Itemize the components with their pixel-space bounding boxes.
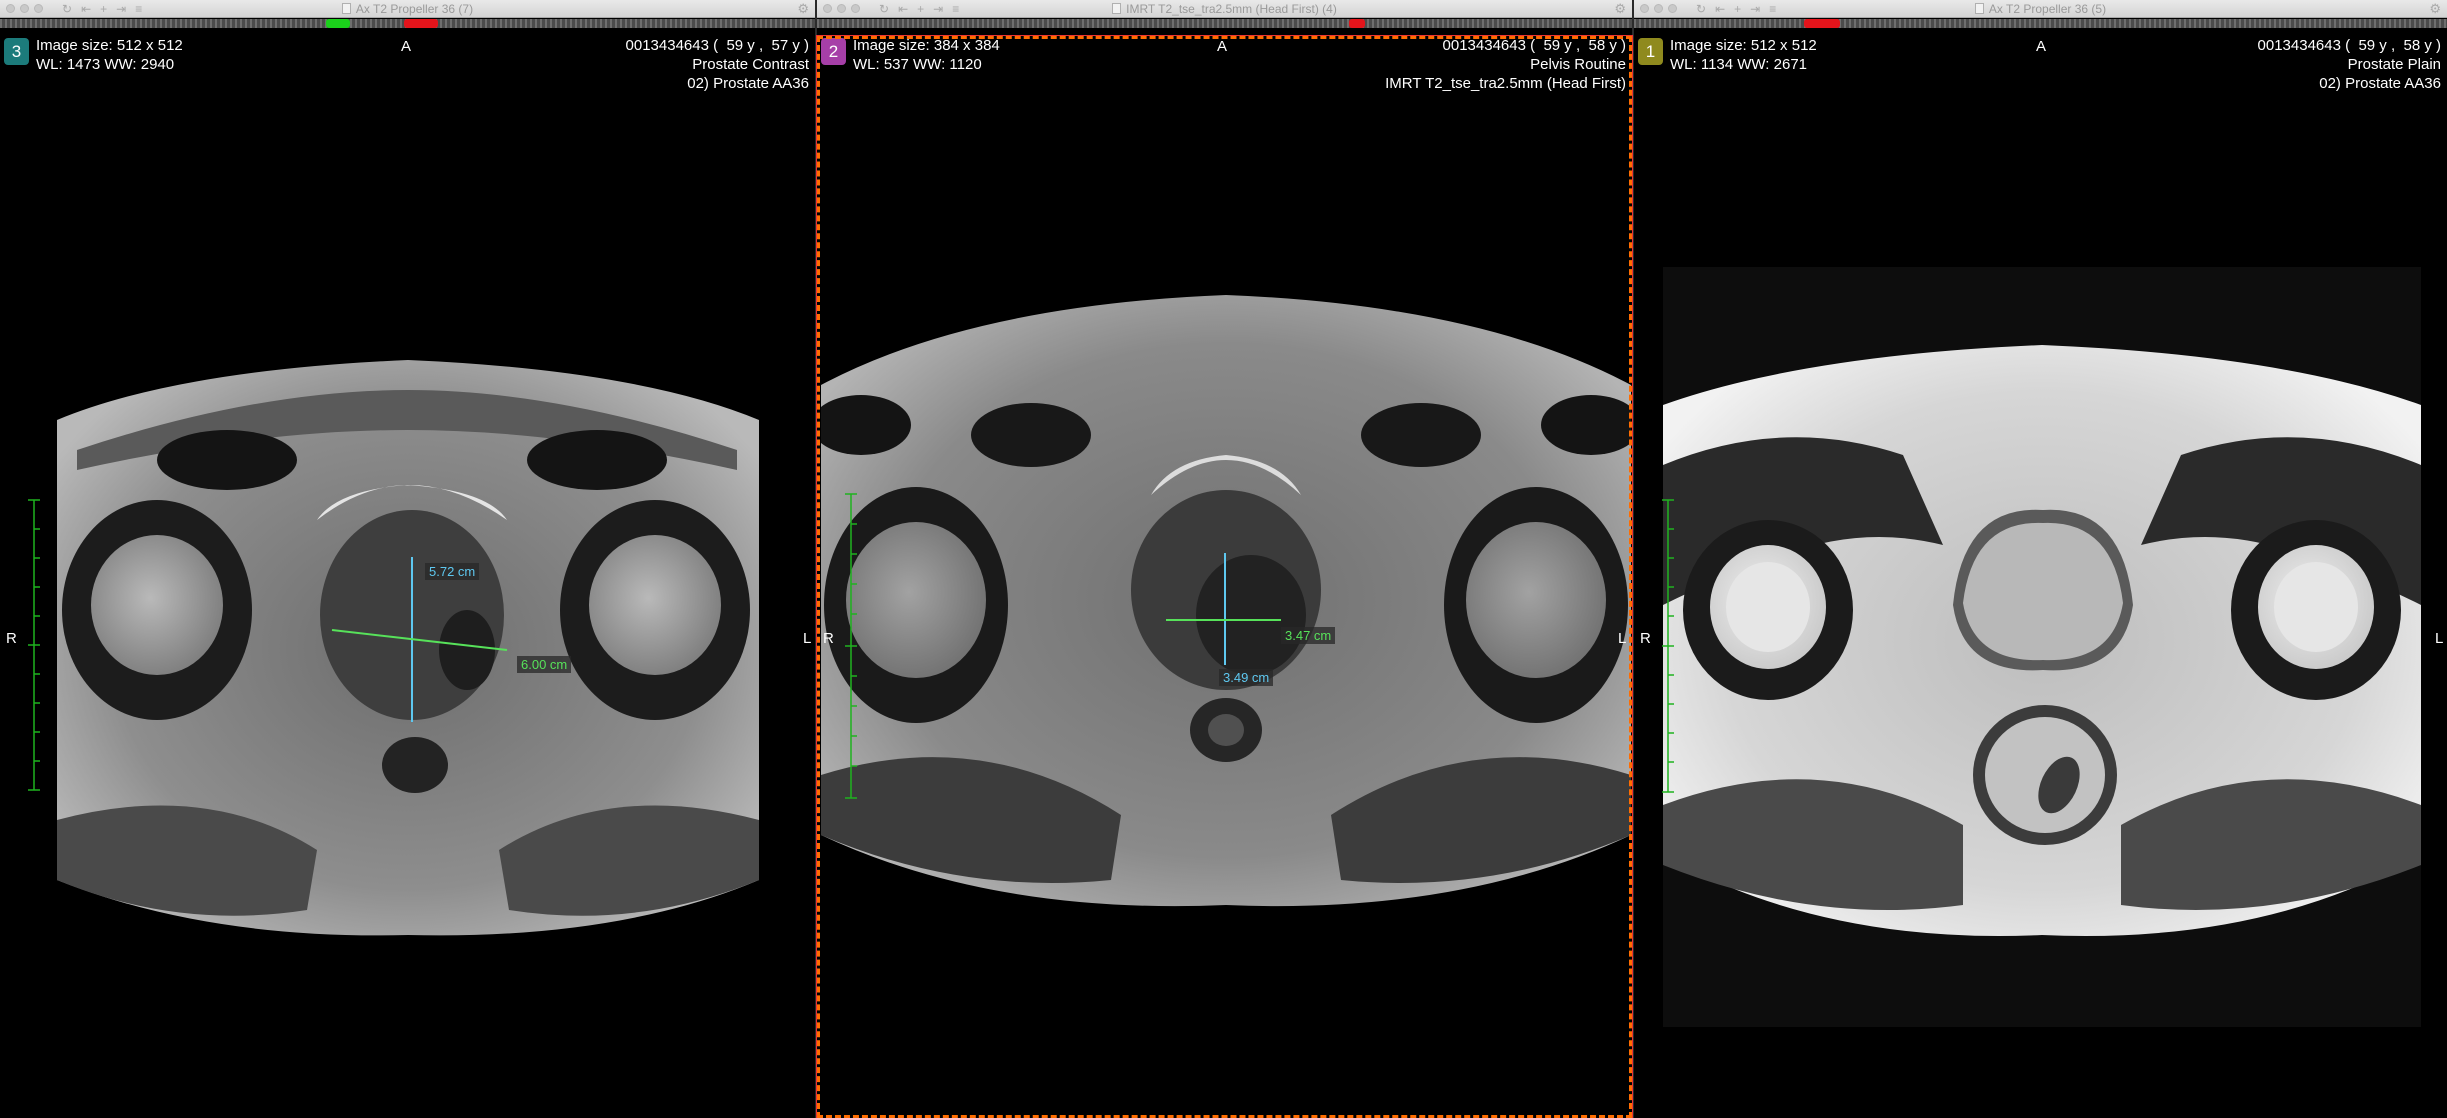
measurement-label-2[interactable]: 3.49 cm — [1219, 669, 1274, 686]
series-description: IMRT T2_tse_tra2.5mm (Head First) — [1385, 75, 1626, 92]
scroll-marker-green — [326, 19, 350, 28]
slice-scrollbar[interactable] — [0, 19, 815, 28]
viewer-3[interactable]: ↻ ⇤ + ⇥ ≡ Ax T2 Propeller 36 (5) ⚙ 1 Ima… — [1634, 0, 2447, 1118]
study-description: Prostate Contrast — [692, 56, 809, 73]
measurement-label-2[interactable]: 6.00 cm — [517, 656, 572, 673]
orientation-right: R — [6, 630, 17, 647]
patient-info: 0013434643 ( 59 y , 58 y ) Pelvis Routin… — [1385, 36, 1626, 93]
window-level: WL: 1473 WW: 2940 — [36, 56, 175, 73]
image-size: Image size: 384 x 384 — [853, 37, 1000, 54]
gear-icon[interactable]: ⚙ — [1614, 0, 1626, 18]
scale-ruler — [845, 493, 857, 799]
orientation-left: L — [1618, 630, 1627, 647]
window-title: Ax T2 Propeller 36 (5) — [1634, 0, 2447, 18]
scroll-marker-red[interactable] — [1804, 19, 1840, 28]
viewer-1-titlebar[interactable]: ↻ ⇤ + ⇥ ≡ Ax T2 Propeller 36 (7) ⚙ — [0, 0, 815, 18]
slice-scrollbar[interactable] — [817, 19, 1632, 28]
orientation-left: L — [2435, 630, 2444, 647]
image-size: Image size: 512 x 512 — [1670, 37, 1817, 54]
window-title: IMRT T2_tse_tra2.5mm (Head First) (4) — [817, 0, 1632, 18]
series-number-badge: 2 — [821, 38, 846, 65]
window-title: Ax T2 Propeller 36 (7) — [0, 0, 815, 18]
patient-id-age: 0013434643 ( 59 y , 58 y ) — [1442, 37, 1626, 54]
mri-image-axial-pelvis[interactable] — [821, 295, 1631, 915]
image-size: Image size: 512 x 512 — [36, 37, 183, 54]
orientation-right: R — [1640, 630, 1651, 647]
slice-scrollbar[interactable] — [1634, 19, 2447, 28]
series-description: 02) Prostate AA36 — [687, 75, 809, 92]
orientation-anterior: A — [2036, 38, 2047, 55]
document-icon — [1112, 3, 1122, 14]
mri-image-axial-pelvis[interactable] — [1663, 345, 2421, 945]
scroll-marker-red[interactable] — [1349, 19, 1365, 28]
scale-ruler — [1662, 499, 1674, 793]
orientation-left: L — [803, 630, 812, 647]
patient-id-age: 0013434643 ( 59 y , 57 y ) — [625, 37, 809, 54]
series-number-badge: 1 — [1638, 38, 1663, 65]
patient-info: 0013434643 ( 59 y , 57 y ) Prostate Cont… — [626, 36, 809, 93]
measurement-label-1[interactable]: 3.47 cm — [1281, 627, 1336, 644]
viewer-3-titlebar[interactable]: ↻ ⇤ + ⇥ ≡ Ax T2 Propeller 36 (5) ⚙ — [1634, 0, 2447, 18]
orientation-anterior: A — [401, 38, 412, 55]
study-description: Pelvis Routine — [1530, 56, 1626, 73]
gear-icon[interactable]: ⚙ — [797, 0, 809, 18]
mri-image-axial-pelvis[interactable] — [57, 350, 759, 940]
orientation-anterior: A — [1217, 38, 1228, 55]
gear-icon[interactable]: ⚙ — [2429, 0, 2441, 18]
scale-ruler — [28, 499, 40, 791]
viewer-2-titlebar[interactable]: ↻ ⇤ + ⇥ ≡ IMRT T2_tse_tra2.5mm (Head Fir… — [817, 0, 1632, 18]
measurement-label-1[interactable]: 5.72 cm — [425, 563, 480, 580]
image-info: Image size: 512 x 512 WL: 1473 WW: 2940 — [36, 36, 183, 74]
viewer-1[interactable]: ↻ ⇤ + ⇥ ≡ Ax T2 Propeller 36 (7) ⚙ 3 Ima… — [0, 0, 815, 1118]
series-description: 02) Prostate AA36 — [2319, 75, 2441, 92]
patient-info: 0013434643 ( 59 y , 58 y ) Prostate Plai… — [2258, 36, 2441, 93]
document-icon — [1974, 3, 1984, 14]
window-level: WL: 537 WW: 1120 — [853, 56, 982, 73]
viewer-2[interactable]: ↻ ⇤ + ⇥ ≡ IMRT T2_tse_tra2.5mm (Head Fir… — [817, 0, 1632, 1118]
scroll-marker-red[interactable] — [404, 19, 438, 28]
document-icon — [341, 3, 351, 14]
study-description: Prostate Plain — [2347, 56, 2441, 73]
image-info: Image size: 384 x 384 WL: 537 WW: 1120 — [853, 36, 1000, 74]
series-number-badge: 3 — [4, 38, 29, 65]
image-info: Image size: 512 x 512 WL: 1134 WW: 2671 — [1670, 36, 1817, 74]
patient-id-age: 0013434643 ( 59 y , 58 y ) — [2257, 37, 2441, 54]
orientation-right: R — [823, 630, 834, 647]
window-level: WL: 1134 WW: 2671 — [1670, 56, 1808, 73]
